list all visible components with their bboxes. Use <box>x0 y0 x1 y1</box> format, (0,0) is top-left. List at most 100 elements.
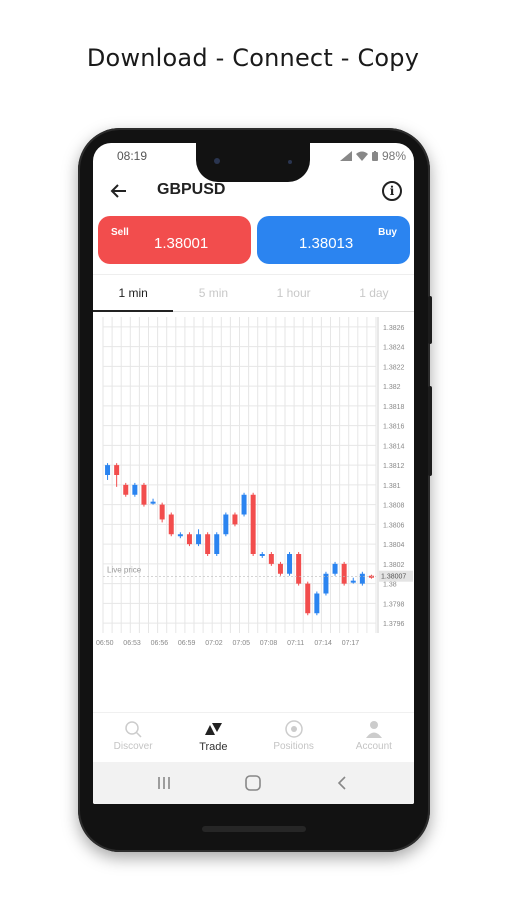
candle-body <box>159 504 165 520</box>
candle-body <box>205 534 211 554</box>
front-sensor <box>288 160 292 164</box>
candle-body <box>314 593 320 614</box>
nav-positions[interactable]: Positions <box>254 713 334 762</box>
wifi-icon <box>355 151 368 161</box>
status-icons: 98% <box>339 149 406 163</box>
system-nav-bar <box>93 762 414 804</box>
camera-notch <box>196 140 310 182</box>
trade-icon <box>205 723 223 735</box>
app-screen: 08:19 98% GBPUSD i Sell 1.38001 Buy 1.38… <box>93 143 414 804</box>
y-tick-label: 1.3816 <box>383 424 405 431</box>
candle-body <box>259 554 265 556</box>
y-tick-label: 1.3824 <box>383 345 405 352</box>
y-tick-label: 1.3814 <box>383 443 405 450</box>
x-tick-label: 07:11 <box>287 640 304 647</box>
candle-body <box>341 563 347 584</box>
arrow-left-icon[interactable] <box>109 181 129 201</box>
y-tick-label: 1.3802 <box>383 562 405 569</box>
battery-icon <box>371 151 378 161</box>
price-chart[interactable]: 1.38261.38241.38221.3821.38181.38161.381… <box>93 311 414 653</box>
y-tick-label: 1.3822 <box>383 364 405 371</box>
candle-body <box>141 484 147 505</box>
tab-1-hour[interactable]: 1 hour <box>254 275 334 311</box>
buy-label: Buy <box>378 227 397 238</box>
candle-body <box>214 534 220 554</box>
y-tick-label: 1.3796 <box>383 621 405 628</box>
y-tick-label: 1.3804 <box>383 542 405 549</box>
nav-discover-label: Discover <box>113 741 153 752</box>
candle-body <box>250 494 256 554</box>
timeframe-tabs: 1 min 5 min 1 hour 1 day <box>93 274 414 312</box>
signal-icon <box>339 151 352 161</box>
sell-label: Sell <box>111 227 129 238</box>
info-icon[interactable]: i <box>382 181 402 201</box>
tab-1-day[interactable]: 1 day <box>334 275 414 311</box>
bottom-speaker <box>202 826 306 832</box>
y-tick-label: 1.38 <box>383 582 397 589</box>
headline: Download - Connect - Copy <box>86 44 420 72</box>
candle-body <box>168 514 174 535</box>
y-tick-label: 1.381 <box>383 483 401 490</box>
search-icon <box>125 721 142 738</box>
back-chevron-icon[interactable] <box>333 774 351 792</box>
nav-trade[interactable]: Trade <box>173 713 253 762</box>
candle-body <box>177 534 183 537</box>
candle-body <box>350 580 356 583</box>
person-icon <box>365 721 382 738</box>
sell-price: 1.38001 <box>154 235 209 252</box>
candle-body <box>287 554 293 574</box>
x-tick-label: 07:02 <box>205 640 223 647</box>
candle-body <box>232 514 238 525</box>
nav-account[interactable]: Account <box>334 713 414 762</box>
y-tick-label: 1.382 <box>383 384 401 391</box>
nav-trade-label: Trade <box>199 741 228 753</box>
y-tick-label: 1.3812 <box>383 463 405 470</box>
candle-body <box>277 563 283 574</box>
candle-body <box>296 554 302 584</box>
nav-positions-label: Positions <box>273 741 314 752</box>
candle-body <box>114 465 120 475</box>
candle-body <box>105 465 111 475</box>
candle-body <box>150 501 156 504</box>
candle-body <box>241 494 247 515</box>
nav-account-label: Account <box>355 741 392 752</box>
x-tick-label: 07:14 <box>314 640 332 647</box>
live-price-label: Live price <box>107 566 142 575</box>
y-tick-label: 1.3798 <box>383 601 405 608</box>
candle-body <box>223 514 229 535</box>
candle-body <box>123 484 129 495</box>
x-tick-label: 07:17 <box>342 640 360 647</box>
x-tick-label: 07:05 <box>233 640 251 647</box>
candle-body <box>196 534 202 545</box>
y-tick-label: 1.3818 <box>383 404 405 411</box>
status-time: 08:19 <box>117 149 148 163</box>
instrument-title: GBPUSD <box>157 181 226 198</box>
recents-icon[interactable] <box>155 774 173 792</box>
candle-body <box>332 563 338 574</box>
candle-body <box>305 583 311 614</box>
x-tick-label: 06:59 <box>178 640 196 647</box>
candle-body <box>132 484 138 495</box>
candle-body <box>268 554 274 564</box>
power-button <box>428 296 432 344</box>
candle-body <box>359 573 365 584</box>
home-icon[interactable] <box>244 774 262 792</box>
x-tick-label: 06:50 <box>96 640 114 647</box>
tab-5-min[interactable]: 5 min <box>173 275 253 311</box>
y-tick-label: 1.3808 <box>383 503 405 510</box>
positions-icon <box>284 720 303 738</box>
bottom-nav: Discover Trade Positions Account <box>93 712 414 762</box>
buy-button[interactable]: Buy 1.38013 <box>257 216 410 264</box>
candle-body <box>186 534 192 545</box>
y-tick-label: 1.3826 <box>383 325 405 332</box>
buy-price: 1.38013 <box>299 235 354 252</box>
front-camera <box>214 158 220 164</box>
live-price-value: 1.38007 <box>381 574 406 581</box>
x-tick-label: 06:53 <box>123 640 141 647</box>
sell-button[interactable]: Sell 1.38001 <box>98 216 251 264</box>
nav-discover[interactable]: Discover <box>93 713 173 762</box>
volume-button <box>428 386 432 476</box>
tab-1-min[interactable]: 1 min <box>93 275 174 312</box>
battery-level: 98% <box>381 149 406 163</box>
x-tick-label: 07:08 <box>260 640 278 647</box>
